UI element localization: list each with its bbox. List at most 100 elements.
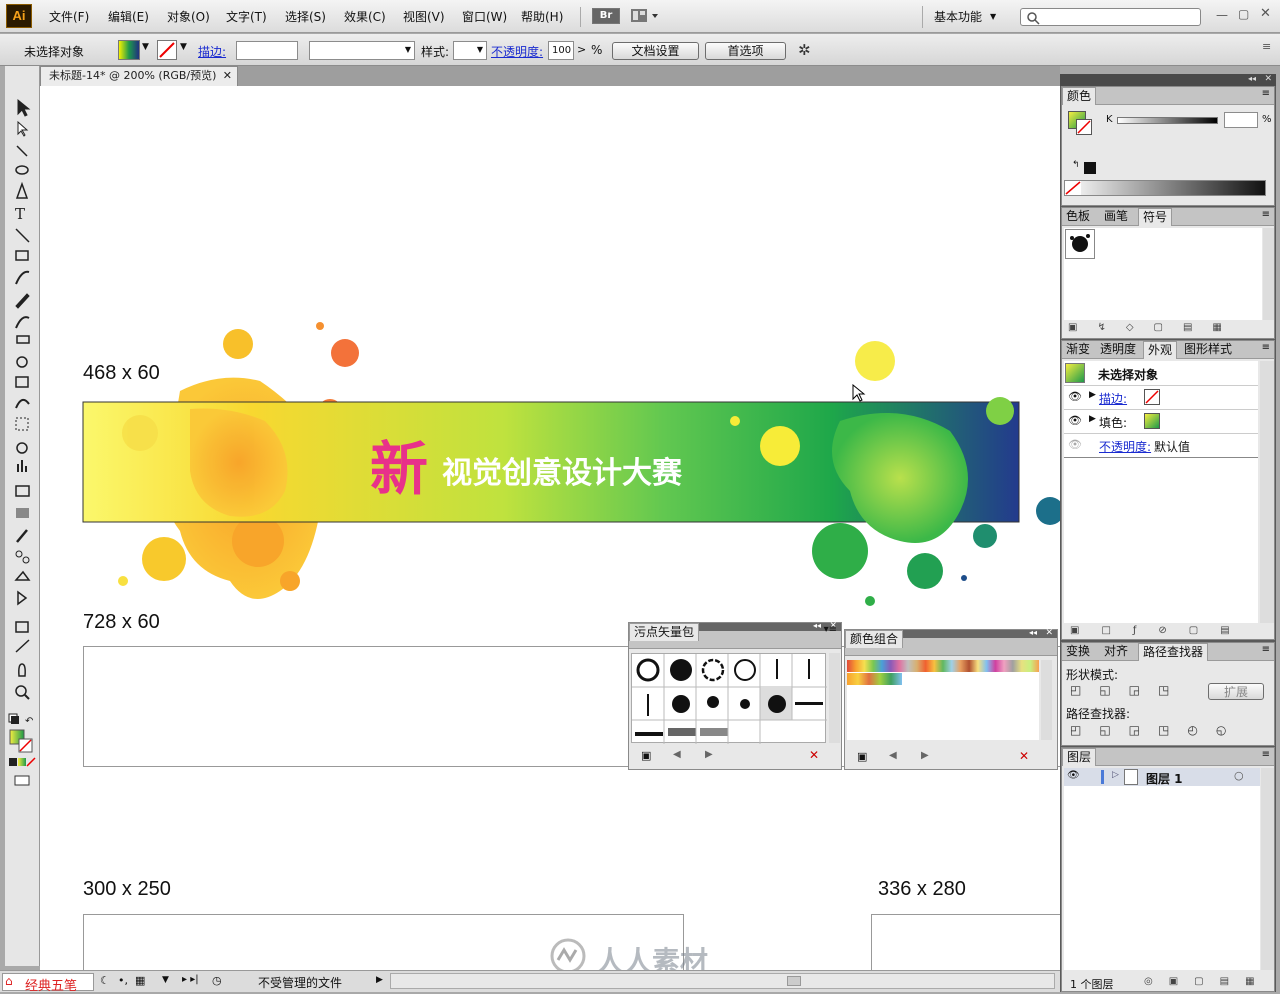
last-color-swatch[interactable] [1084, 162, 1096, 174]
expand-icon[interactable]: ▷ [1112, 770, 1119, 780]
screen-mode-icon[interactable] [14, 775, 30, 786]
layer-name[interactable]: 图层 1 [1146, 770, 1183, 787]
scrollbar[interactable] [829, 653, 840, 743]
eyedropper-tool-icon[interactable] [16, 529, 28, 543]
break-link-icon[interactable]: ✕ [1019, 749, 1029, 763]
tab-splat-pack[interactable]: 污点矢量包 [629, 623, 700, 641]
symbol-actions[interactable]: ▣↯◇▢▤▦ [1068, 322, 1268, 333]
layer-actions[interactable]: ◎▣▢▤▦ [1144, 976, 1274, 987]
panel-menu-icon[interactable]: ≡ [1262, 40, 1271, 53]
pen-tool-icon[interactable] [15, 181, 29, 199]
tab-layers[interactable]: 图层 [1062, 748, 1097, 766]
scrollbar[interactable] [1263, 228, 1274, 320]
color-mode-icon[interactable] [9, 758, 17, 766]
lasso-tool-icon[interactable] [15, 165, 29, 175]
chevron-down-icon[interactable]: ▼ [142, 42, 149, 52]
menu-type[interactable]: 文字(T) [226, 8, 267, 25]
library-menu-icon[interactable]: ▣ [641, 749, 651, 762]
splat-symbol-thumb[interactable] [1065, 229, 1095, 259]
tab-transparency[interactable]: 透明度 [1096, 341, 1140, 359]
next-artboard-icon[interactable]: ▸ ▸| [182, 974, 199, 985]
slice-tool-icon[interactable] [15, 639, 30, 653]
direct-selection-tool-icon[interactable] [17, 120, 29, 137]
pencil-tool-icon[interactable] [15, 293, 30, 309]
column-graph-tool-icon[interactable] [17, 464, 19, 472]
menu-edit[interactable]: 编辑(E) [108, 8, 149, 25]
menu-effect[interactable]: 效果(C) [344, 8, 386, 25]
punctuation-icon[interactable]: •, [118, 974, 128, 987]
line-tool-icon[interactable] [15, 228, 30, 243]
collapse-icon[interactable]: ◂◂ [813, 621, 821, 630]
live-paint-selection-icon[interactable] [17, 590, 28, 606]
rectangle-tool-icon[interactable] [15, 250, 29, 261]
search-input[interactable] [1020, 8, 1201, 26]
close-panel-icon[interactable]: ✕ [1045, 628, 1053, 638]
gradient-mode-icon[interactable] [18, 758, 26, 766]
previous-library-icon[interactable]: ◀ [673, 749, 681, 760]
break-link-icon[interactable]: ✕ [809, 748, 819, 762]
opacity-input[interactable]: 100 [548, 41, 574, 60]
symbol-sprayer-tool-icon[interactable] [16, 442, 28, 454]
stroke-weight-input[interactable] [236, 41, 298, 60]
collapse-icon[interactable]: ◂◂ [1248, 74, 1256, 83]
bridge-button[interactable]: Br [592, 8, 620, 24]
fill-swatch[interactable] [118, 40, 140, 60]
stroke-swatch[interactable] [157, 40, 177, 60]
artboard-tool-icon[interactable] [15, 621, 29, 633]
appearance-stroke-swatch[interactable] [1144, 389, 1160, 405]
free-transform-tool-icon[interactable] [15, 417, 29, 431]
keyboard-icon[interactable]: ▦ [135, 974, 145, 987]
tab-color[interactable]: 颜色 [1062, 87, 1097, 105]
horizontal-scrollbar[interactable] [390, 973, 1055, 989]
tab-brushes[interactable]: 画笔 [1100, 208, 1132, 226]
workspace-switcher[interactable]: 基本功能 [934, 8, 982, 25]
visibility-eye-icon[interactable]: 👁 [1067, 770, 1080, 781]
scale-tool-icon[interactable] [15, 376, 29, 388]
menu-select[interactable]: 选择(S) [285, 8, 326, 25]
tab-align[interactable]: 对齐 [1100, 643, 1132, 661]
visibility-eye-icon[interactable]: 👁 [1068, 438, 1082, 451]
k-value-input[interactable] [1224, 112, 1258, 128]
menu-view[interactable]: 视图(V) [403, 8, 445, 25]
status-icon[interactable]: ◷ [212, 974, 222, 987]
tab-color-group[interactable]: 颜色组合 [845, 630, 904, 648]
menu-help[interactable]: 帮助(H) [521, 8, 563, 25]
tab-pathfinder[interactable]: 路径查找器 [1138, 643, 1209, 661]
tab-swatches[interactable]: 色板 [1062, 208, 1094, 226]
pathfinder-buttons[interactable]: ◰◱◲◳◴◵ [1070, 723, 1270, 737]
swap-fill-stroke-icon[interactable]: ↶ [25, 716, 33, 727]
visibility-eye-icon[interactable]: 👁 [1068, 414, 1082, 427]
tab-symbols[interactable]: 符号 [1138, 208, 1173, 226]
none-mode-icon[interactable] [26, 757, 36, 767]
blob-brush-tool-icon[interactable] [15, 316, 30, 329]
expand-icon[interactable]: ▶ [1089, 414, 1096, 424]
expand-button[interactable]: 扩展 [1208, 683, 1264, 700]
arrange-documents-icon[interactable] [630, 8, 660, 24]
sparkle-icon[interactable]: ✲ [798, 41, 811, 59]
gradient-tool-icon[interactable] [16, 508, 29, 518]
warp-tool-icon[interactable] [15, 398, 30, 409]
document-setup-button[interactable]: 文档设置 [612, 42, 699, 60]
tab-gradient[interactable]: 渐变 [1062, 341, 1094, 359]
stroke-color-swatch[interactable] [1076, 119, 1092, 135]
hand-tool-icon[interactable] [18, 663, 26, 677]
live-paint-bucket-icon[interactable] [14, 570, 31, 581]
selection-tool-icon[interactable] [17, 98, 31, 117]
zoom-tool-icon[interactable] [15, 685, 27, 697]
status-menu-icon[interactable]: ▶ [376, 975, 383, 985]
expand-icon[interactable]: ▶ [1089, 390, 1096, 400]
blend-tool-icon[interactable] [15, 550, 23, 558]
opacity-label[interactable]: 不透明度: [491, 43, 543, 60]
stroke-label[interactable]: 描边: [198, 43, 226, 60]
menu-window[interactable]: 窗口(W) [462, 8, 507, 25]
chevron-right-icon[interactable]: > [577, 43, 586, 56]
library-menu-icon[interactable]: ▣ [857, 750, 867, 763]
k-slider[interactable] [1117, 117, 1218, 124]
preferences-button[interactable]: 首选项 [705, 42, 786, 60]
minimize-icon[interactable]: — [1216, 8, 1228, 22]
next-library-icon[interactable]: ▶ [921, 750, 929, 761]
menu-object[interactable]: 对象(O) [167, 8, 210, 25]
appearance-opacity-label[interactable]: 不透明度: [1099, 438, 1151, 455]
chevron-down-icon[interactable]: ▼ [990, 12, 996, 21]
eraser-tool-icon[interactable] [16, 335, 30, 344]
